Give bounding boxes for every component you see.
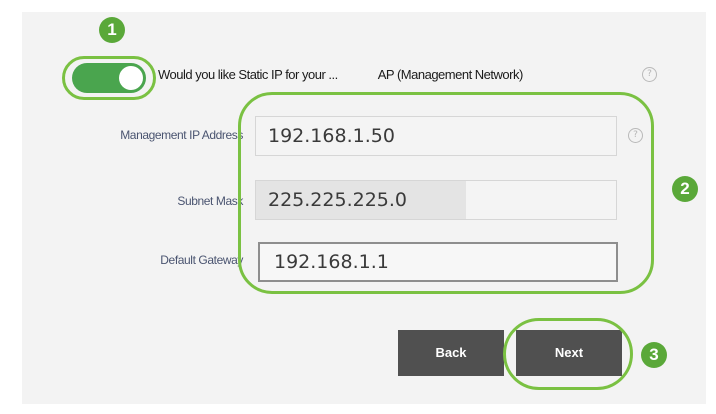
default-gateway-label: Default Gateway	[160, 253, 243, 267]
callout-ring-toggle	[62, 56, 156, 100]
static-ip-question: Would you like Static IP for your ... AP …	[158, 67, 523, 82]
callout-badge-3: 3	[641, 342, 667, 368]
static-ip-question-ellipsis: ...	[328, 67, 338, 82]
back-button[interactable]: Back	[398, 330, 504, 376]
callout-ring-fields	[238, 92, 654, 294]
question-circle-icon[interactable]: ?	[642, 67, 657, 82]
management-ip-label: Management IP Address	[120, 128, 243, 142]
static-ip-question-end: AP (Management Network)	[377, 67, 524, 82]
subnet-mask-label: Subnet Mask	[177, 194, 243, 208]
callout-ring-next	[503, 318, 633, 390]
static-ip-question-start: Would you like Static IP for your	[158, 67, 326, 82]
callout-badge-2: 2	[672, 176, 698, 202]
callout-badge-1: 1	[99, 17, 125, 43]
